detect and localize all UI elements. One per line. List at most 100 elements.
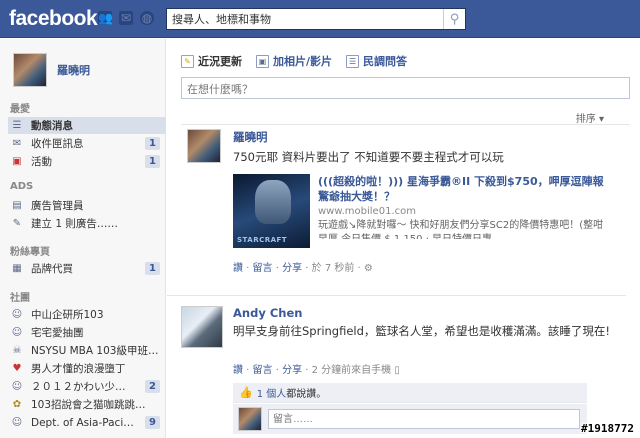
sidebar-item-label: 宅宅愛抽團 [31, 327, 84, 339]
share-link[interactable]: 分享 [282, 263, 302, 274]
story-author-name[interactable]: 羅曉明 [233, 129, 268, 145]
story-text: 明早支身前往Springfield，籃球名人堂，希望也是收穫滿滿。該睡了現在! [233, 324, 611, 338]
sidebar-item-group-1[interactable]: ☺ 中山企研所103 [10, 306, 160, 323]
section-title-favorites: 最愛 [10, 104, 30, 115]
newsfeed-icon: ☰ [12, 120, 22, 131]
friend-requests-icon[interactable]: 👥 [98, 11, 113, 25]
link-title[interactable]: (((超殺的啦！))) 星海爭霸®II 下殺到$750，呷厚逗陣報驚爺抽大獎！？ [318, 174, 613, 204]
group-heart-icon: ♥ [12, 363, 22, 374]
likes-suffix: 都說讚。 [286, 389, 327, 400]
status-input[interactable]: 在想什麼嗎？ [181, 77, 630, 99]
top-bar: facebook 👥 ✉ ◍ ⚲ [0, 0, 640, 38]
sort-label: 排序 [575, 114, 596, 125]
create-ad-icon: ✎ [12, 218, 22, 229]
count-badge: 1 [145, 262, 160, 275]
likes-summary: 👍 1 個人 都說讚。 [233, 383, 587, 403]
count-badge: 9 [145, 416, 160, 429]
story-timestamp[interactable]: 2 分鐘前來自手機 [312, 365, 392, 376]
group-icon: ☺ [11, 417, 23, 428]
search-input[interactable] [167, 10, 443, 28]
sidebar-item-label: 103招說會之猫咖跳跳… [31, 399, 146, 411]
search-box: ⚲ [166, 8, 466, 30]
sidebar-item-group-7[interactable]: ☺ Dept. of Asia-Paci… 9 [10, 414, 160, 431]
tab-label: 加相片/影片 [273, 55, 333, 68]
sidebar-item-group-3[interactable]: ☠ NSYSU MBA 103級甲班… [10, 342, 160, 359]
sidebar-item-label: 動態消息 [31, 120, 73, 132]
sidebar-item-create-ad[interactable]: ✎ 建立 1 則廣告…… [10, 215, 160, 232]
sidebar-item-label: 活動 [31, 156, 52, 168]
sidebar-item-messages[interactable]: ✉ 收件匣訊息 1 [10, 135, 160, 152]
story-text: 750元耶 資料片要出了 不知道要不要主程式才可以玩 [233, 150, 504, 164]
profile-avatar[interactable] [13, 53, 47, 87]
mobile-icon: ▯ [394, 365, 400, 376]
share-link[interactable]: 分享 [282, 365, 302, 376]
link-url: www.mobile01.com [318, 206, 416, 217]
like-link[interactable]: 讚 [233, 365, 243, 376]
story-timestamp[interactable]: 於 7 秒前 [312, 263, 355, 274]
sidebar-profile[interactable]: 羅曉明 [13, 53, 90, 87]
link-description: 玩遊戲↘降就對囉～ 快和好朋友們分享SC2的降價特惠吧！(整咁早厚 今日售價 $… [318, 220, 604, 239]
sidebar-item-ads-manager[interactable]: ▤ 廣告管理員 [10, 197, 160, 214]
sidebar-item-group-5[interactable]: ☺ ２０１２かわい少… 2 [10, 378, 160, 395]
sidebar-item-newsfeed[interactable]: ☰ 動態消息 [8, 117, 166, 134]
comment-input[interactable] [268, 409, 580, 429]
sidebar-item-group-2[interactable]: ☺ 宅宅愛抽團 [10, 324, 160, 341]
page-icon: ▦ [12, 263, 22, 274]
photo-icon: ▣ [256, 54, 269, 68]
sidebar-item-label: 建立 1 則廣告…… [31, 218, 118, 230]
story-author-name[interactable]: Andy Chen [233, 306, 302, 320]
watermark: #1918772 [581, 422, 634, 435]
tab-label: 近況更新 [198, 55, 242, 68]
link-thumbnail[interactable]: STARCRAFT [233, 174, 310, 248]
group-icon: ☺ [11, 309, 23, 320]
count-badge: 1 [145, 137, 160, 150]
sidebar-item-page[interactable]: ▦ 品牌代買 1 [10, 260, 160, 277]
link-body: (((超殺的啦！))) 星海爭霸®II 下殺到$750，呷厚逗陣報驚爺抽大獎！？… [318, 174, 613, 248]
thumbnail-figure [255, 180, 291, 224]
sidebar-item-group-6[interactable]: ✿ 103招說會之猫咖跳跳… [10, 396, 160, 413]
sort-dropdown[interactable]: 排序 ▾ [576, 110, 604, 125]
comment-box [233, 404, 587, 434]
story-author-avatar[interactable] [181, 306, 223, 348]
left-sidebar: 羅曉明 最愛 ☰ 動態消息 ✉ 收件匣訊息 1 ▣ 活動 1 ADS ▤ 廣告管… [0, 39, 166, 438]
group-icon: ☺ [11, 327, 23, 338]
section-title-ads: ADS [10, 181, 34, 192]
feed-story: 羅曉明 750元耶 資料片要出了 不知道要不要主程式才可以玩 STARCRAFT… [181, 129, 630, 279]
tab-label: 民調問答 [363, 55, 408, 68]
tab-add-photo[interactable]: ▣ 加相片/影片 [256, 53, 332, 69]
comment-link[interactable]: 留言 [253, 365, 273, 376]
chevron-down-icon: ▾ [598, 114, 604, 125]
like-link[interactable]: 讚 [233, 263, 243, 274]
poll-icon: ☰ [346, 54, 360, 68]
profile-name[interactable]: 羅曉明 [57, 62, 90, 78]
tab-poll[interactable]: ☰ 民調問答 [346, 53, 407, 69]
sidebar-item-label: Dept. of Asia-Paci… [31, 416, 134, 429]
messages-icon: ✉ [12, 138, 22, 149]
group-icon: ☺ [11, 381, 23, 392]
group-skull-icon: ☠ [12, 345, 22, 356]
sidebar-item-label: 中山企研所103 [31, 309, 104, 321]
group-flower-icon: ✿ [12, 399, 22, 410]
sort-bar: 排序 ▾ [181, 107, 630, 125]
facebook-logo[interactable]: facebook [9, 7, 98, 31]
status-icon: ✎ [181, 54, 194, 68]
sidebar-item-group-4[interactable]: ♥ 男人才懂的浪漫墮丁 [10, 360, 160, 377]
messages-jewel-icon[interactable]: ✉ [119, 11, 133, 25]
search-icon: ⚲ [449, 11, 460, 27]
search-button[interactable]: ⚲ [443, 9, 465, 29]
likes-count-link[interactable]: 1 個人 [257, 385, 287, 400]
sidebar-item-label: NSYSU MBA 103級甲班… [31, 345, 159, 357]
story-author-avatar[interactable] [187, 129, 221, 163]
section-title-pages: 粉絲專頁 [10, 247, 50, 258]
privacy-icon[interactable]: ⚙ [364, 263, 373, 274]
ads-manager-icon: ▤ [12, 200, 22, 211]
sidebar-item-events[interactable]: ▣ 活動 1 [10, 153, 160, 170]
sidebar-item-label: 男人才懂的浪漫墮丁 [31, 363, 126, 375]
link-preview[interactable]: STARCRAFT (((超殺的啦！))) 星海爭霸®II 下殺到$750，呷厚… [233, 174, 613, 248]
like-thumb-icon: 👍 [239, 386, 253, 399]
comment-link[interactable]: 留言 [253, 263, 273, 274]
notifications-globe-icon[interactable]: ◍ [140, 11, 154, 25]
sidebar-item-label: 品牌代買 [31, 263, 73, 275]
tab-status-update[interactable]: ✎ 近況更新 [181, 53, 242, 69]
story-actions: 讚 · 留言 · 分享 · 2 分鐘前來自手機 ▯ [233, 365, 400, 376]
